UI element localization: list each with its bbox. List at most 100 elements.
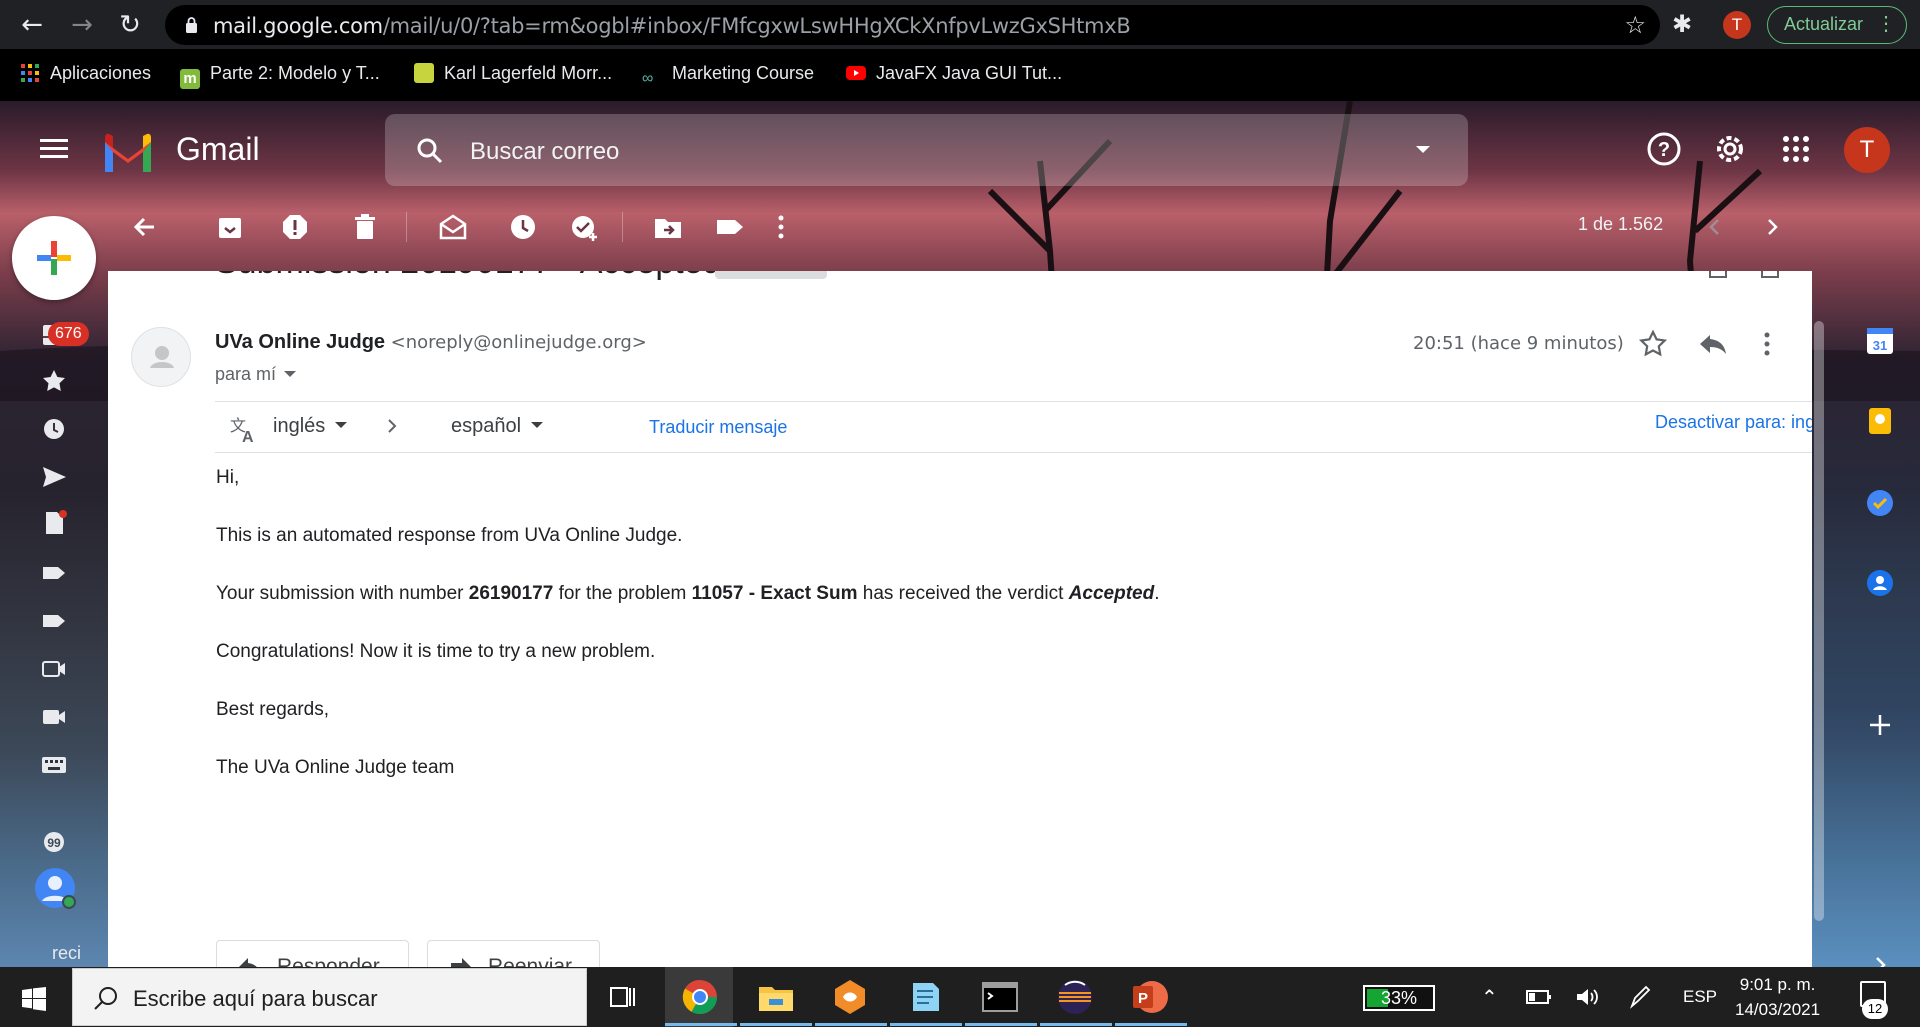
move-to-icon[interactable] (651, 210, 685, 244)
inbox-label-chip[interactable] (715, 271, 827, 279)
help-icon[interactable]: ? (1645, 130, 1683, 168)
bookmark-karl[interactable]: Karl Lagerfeld Morr... (414, 63, 612, 84)
address-bar[interactable]: mail.google.com/mail/u/0/?tab=rm&ogbl#in… (165, 5, 1660, 45)
svg-text:31: 31 (1873, 338, 1887, 353)
search-input[interactable]: Buscar correo (470, 138, 619, 166)
sender-name[interactable]: UVa Online Judge (215, 331, 385, 353)
source-language-dropdown[interactable]: inglés (273, 415, 348, 438)
battery-icon[interactable] (1526, 985, 1552, 1009)
reply-button[interactable]: Responder (216, 940, 409, 967)
reload-icon[interactable]: ↻ (114, 9, 146, 41)
calendar-icon[interactable]: 31 (1865, 326, 1895, 356)
bookmark-marketing[interactable]: ∞ Marketing Course (642, 63, 814, 90)
keyboard-icon[interactable] (40, 751, 68, 779)
compose-button[interactable] (12, 216, 96, 300)
update-button[interactable]: Actualizar ⋮ (1767, 6, 1907, 44)
orange-app-icon[interactable] (830, 977, 870, 1017)
main-menu-icon[interactable] (40, 139, 68, 159)
pen-workspace-icon[interactable] (1627, 985, 1653, 1009)
archive-icon[interactable] (213, 210, 247, 244)
search-bar[interactable]: Buscar correo (385, 114, 1468, 186)
google-apps-icon[interactable] (1777, 130, 1815, 168)
notepad-app-icon[interactable] (905, 977, 945, 1017)
snoozed-clock-icon[interactable] (40, 415, 68, 443)
disable-translation-link[interactable]: Desactivar para: inglés (1655, 412, 1812, 433)
translate-message-link[interactable]: Traducir mensaje (649, 417, 787, 438)
show-hidden-icons-chevron-icon[interactable]: ⌃ (1481, 985, 1498, 1009)
bookmark-javafx[interactable]: JavaFX Java GUI Tut... (846, 63, 1062, 84)
extensions-puzzle-icon[interactable]: ✱ (1672, 10, 1692, 38)
command-prompt-icon[interactable] (980, 977, 1020, 1017)
meet-new-meeting-icon[interactable] (40, 655, 68, 683)
chrome-app-icon[interactable] (680, 977, 720, 1017)
meet-join-video-icon[interactable] (40, 703, 68, 731)
body-greeting: Hi, (216, 467, 240, 488)
bookmark-label: Marketing Course (672, 63, 815, 83)
forward-button[interactable]: Reenviar (427, 940, 600, 967)
get-addons-plus-icon[interactable] (1865, 710, 1895, 740)
m-logo-icon: m (180, 69, 200, 89)
back-arrow-icon[interactable]: ← (16, 9, 48, 41)
snooze-clock-icon[interactable] (506, 210, 540, 244)
taskbar-search-input[interactable]: Escribe aquí para buscar (133, 986, 378, 1012)
bookmark-parte2[interactable]: m Parte 2: Modelo y T... (180, 63, 380, 89)
reply-icon[interactable] (1696, 327, 1730, 361)
label-icon[interactable] (40, 607, 68, 635)
recipient-details[interactable]: para mí (215, 364, 297, 385)
contacts-icon[interactable] (1865, 568, 1895, 598)
body-verdict-line: Your submission with number 26190177 for… (216, 583, 1160, 605)
input-language[interactable]: ESP (1683, 987, 1717, 1007)
account-avatar[interactable]: T (1844, 127, 1890, 173)
newer-chevron-left-icon[interactable] (1698, 210, 1732, 244)
report-spam-icon[interactable] (278, 210, 312, 244)
target-language-dropdown[interactable]: español (451, 415, 544, 438)
taskbar-search-box[interactable]: Escribe aquí para buscar (72, 968, 587, 1026)
volume-icon[interactable] (1574, 985, 1600, 1009)
forward-arrow-icon[interactable]: → (66, 9, 98, 41)
star-icon[interactable] (1636, 327, 1670, 361)
print-icon[interactable] (1708, 271, 1728, 279)
back-to-inbox-icon[interactable] (128, 210, 162, 244)
gmail-app: Gmail Buscar correo ? T 1 de 1.562 99 67… (0, 101, 1920, 967)
expand-panel-chevron-icon[interactable] (1865, 950, 1895, 967)
battery-meter[interactable]: 33% (1363, 985, 1435, 1011)
default-person-icon (150, 346, 174, 368)
tasks-icon[interactable] (1865, 488, 1895, 518)
problem-name: 11057 - Exact Sum (691, 583, 858, 604)
bookmark-star-icon[interactable]: ☆ (1624, 11, 1646, 39)
scrollbar[interactable] (1814, 321, 1824, 921)
caret-down-icon[interactable] (284, 371, 297, 377)
label-icon[interactable] (40, 559, 68, 587)
windows-start-icon[interactable] (22, 987, 46, 1011)
eclipse-app-icon[interactable] (1055, 977, 1095, 1017)
bookmark-apps[interactable]: Aplicaciones (20, 63, 151, 84)
task-view-icon[interactable] (608, 983, 636, 1011)
settings-gear-icon[interactable] (1711, 130, 1749, 168)
keep-icon[interactable] (1865, 406, 1895, 436)
bookmark-label: Karl Lagerfeld Morr... (444, 63, 613, 83)
search-icon[interactable] (415, 136, 445, 166)
label-tag-icon[interactable] (713, 210, 747, 244)
body-line: This is an automated response from UVa O… (216, 525, 683, 546)
delete-trash-icon[interactable] (348, 210, 382, 244)
more-options-icon[interactable] (764, 210, 798, 244)
more-vert-icon[interactable] (1750, 327, 1784, 361)
apps-grid-icon (21, 64, 39, 82)
add-to-tasks-icon[interactable] (568, 210, 602, 244)
bookmark-label: Aplicaciones (50, 63, 152, 83)
search-options-dropdown-icon[interactable] (1416, 146, 1430, 153)
hangouts-chat-icon[interactable]: 99 (40, 829, 68, 857)
caret-down-icon (531, 422, 544, 428)
url-path: /mail/u/0/?tab=rm&ogbl#inbox/FMfcgxwLswH… (382, 14, 1131, 38)
older-chevron-right-icon[interactable] (1755, 210, 1789, 244)
drafts-icon[interactable] (40, 509, 68, 537)
system-clock[interactable]: 9:01 p. m. 14/03/2021 (1735, 972, 1820, 1022)
powerpoint-app-icon[interactable]: P (1130, 977, 1170, 1017)
hangouts-avatar-icon[interactable] (34, 867, 76, 909)
sent-icon[interactable] (40, 463, 68, 491)
starred-icon[interactable] (40, 367, 68, 395)
file-explorer-icon[interactable] (756, 977, 796, 1017)
mark-unread-icon[interactable] (436, 210, 470, 244)
open-new-window-icon[interactable] (1760, 271, 1780, 279)
browser-profile-avatar[interactable]: T (1723, 11, 1751, 39)
